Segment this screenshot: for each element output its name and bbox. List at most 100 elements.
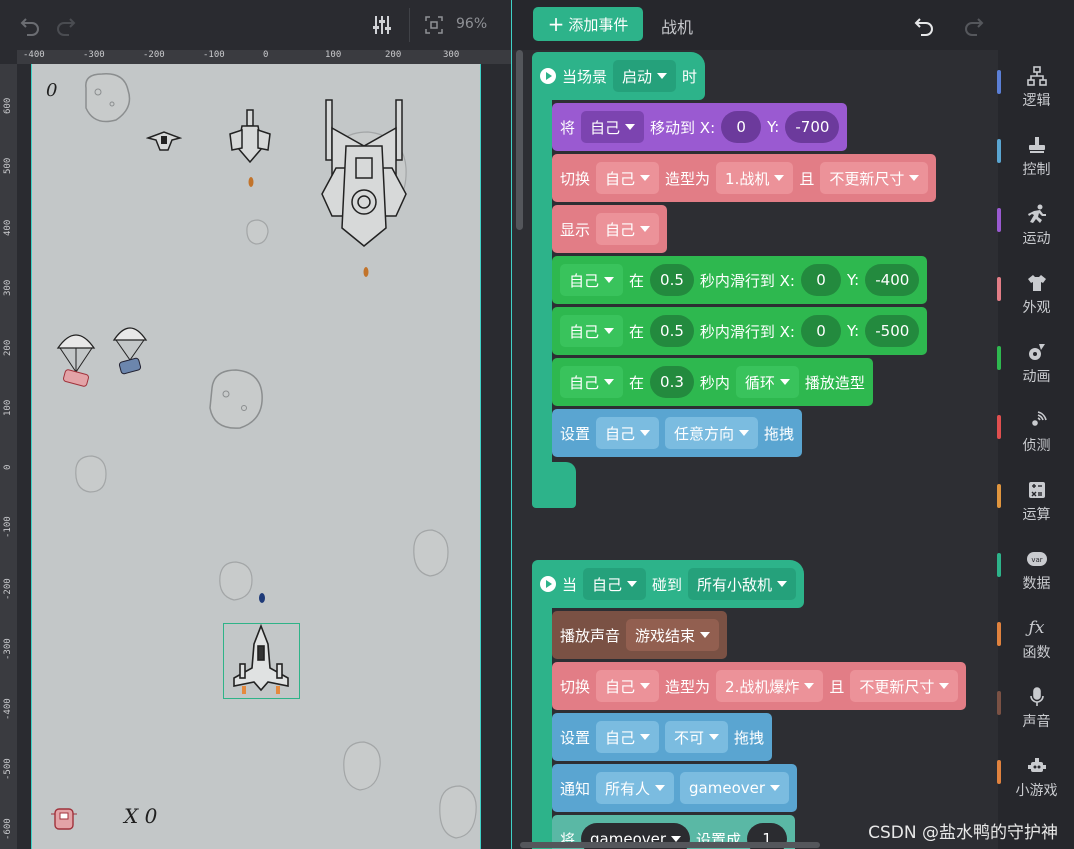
asteroid-sprite[interactable] (70, 452, 110, 496)
asteroid-sprite[interactable] (408, 526, 454, 580)
category-color-mark (997, 208, 1001, 232)
category-motion[interactable]: 运动 (997, 190, 1074, 259)
show-block[interactable]: 显示 自己 (552, 205, 668, 253)
category-looks[interactable]: 外观 (997, 259, 1074, 328)
scene-dropdown-label: 启动 (622, 67, 653, 86)
glide-to-block[interactable]: 自己 在 0.5 秒内滑行到 X: 0 Y: -500 (552, 307, 928, 355)
add-event-button[interactable]: + 添加事件 (533, 7, 643, 41)
category-animation[interactable]: 动画 (997, 328, 1074, 397)
fit-screen-icon[interactable] (422, 13, 446, 37)
code-redo-icon[interactable] (962, 13, 986, 37)
y-input[interactable]: -400 (865, 264, 920, 296)
undo-icon[interactable] (18, 13, 42, 37)
target-dropdown[interactable]: 自己 (560, 315, 624, 347)
when-touch-block[interactable]: 当 自己 碰到 所有小敌机 (532, 560, 805, 608)
play-sound-block[interactable]: 播放声音 游戏结束 (552, 611, 728, 659)
logic-icon (1026, 64, 1047, 88)
category-minigame[interactable]: 小游戏 (997, 742, 1074, 811)
asteroid-sprite[interactable] (434, 782, 480, 842)
costume-dropdown[interactable]: 1.战机 (716, 162, 794, 194)
target-dropdown[interactable]: 自己 (596, 417, 660, 449)
when-scene-start-block[interactable]: 当场景 启动 时 (532, 52, 706, 100)
receiver-dropdown[interactable]: 所有人 (596, 772, 675, 804)
collide-target-dropdown[interactable]: 所有小敌机 (688, 568, 797, 600)
resize-dropdown[interactable]: 不更新尺寸 (820, 162, 929, 194)
target-dropdown[interactable]: 自己 (596, 213, 660, 245)
seconds-input[interactable]: 0.3 (650, 366, 694, 398)
y-input[interactable]: -500 (865, 315, 920, 347)
glide-to-block[interactable]: 自己 在 0.5 秒内滑行到 X: 0 Y: -400 (552, 256, 928, 304)
category-logic[interactable]: 逻辑 (997, 52, 1074, 121)
loop-mode-dropdown[interactable]: 循环 (735, 366, 799, 398)
block-label: 秒内滑行到 X: (699, 322, 795, 341)
message-dropdown[interactable]: gameover (680, 772, 790, 804)
parachute-bomb-supply-sprite[interactable] (56, 328, 96, 392)
code-workspace[interactable]: 当场景 启动 时 将 自己 移动到 X: 0 Y: -700 切换 自己 造型为… (512, 50, 998, 849)
target-dropdown-label: 自己 (569, 322, 600, 341)
asteroid-sprite[interactable] (214, 558, 258, 604)
costume-dropdown[interactable]: 2.战机爆炸 (716, 670, 824, 702)
move-to-block[interactable]: 将 自己 移动到 X: 0 Y: -700 (552, 103, 848, 151)
player-ship-sprite[interactable] (232, 624, 290, 698)
scene-dropdown[interactable]: 启动 (613, 60, 677, 92)
looks-icon (1027, 271, 1047, 295)
game-stage[interactable]: 0 X 0 (31, 64, 481, 849)
target-dropdown-label: 自己 (592, 575, 623, 594)
x-input[interactable]: 0 (721, 111, 762, 143)
category-sound[interactable]: 声音 (997, 673, 1074, 742)
drag-mode-dropdown[interactable]: 不可 (665, 721, 729, 753)
x-input[interactable]: 0 (801, 315, 841, 347)
x-input[interactable]: 0 (801, 264, 841, 296)
target-dropdown[interactable]: 自己 (560, 366, 624, 398)
ruler-tick: 0 (263, 50, 269, 60)
adjust-sliders-icon[interactable] (370, 13, 394, 37)
chevron-down-icon (604, 379, 615, 385)
block-label: 切换 (560, 677, 591, 696)
drag-mode-dropdown[interactable]: 任意方向 (665, 417, 759, 449)
enemy-plane-sprite[interactable] (146, 128, 182, 154)
target-dropdown[interactable]: 自己 (596, 670, 660, 702)
target-dropdown[interactable]: 自己 (581, 111, 645, 143)
asteroid-sprite[interactable] (204, 364, 268, 434)
seconds-input[interactable]: 0.5 (650, 264, 694, 296)
set-draggable-block[interactable]: 设置 自己 任意方向 拖拽 (552, 409, 803, 457)
asteroid-sprite[interactable] (242, 216, 272, 248)
category-data[interactable]: var 数据 (997, 535, 1074, 604)
category-functions[interactable]: ƒx 函数 (997, 604, 1074, 673)
y-input[interactable]: -700 (785, 111, 840, 143)
block-label: 秒内 (699, 373, 730, 392)
parachute-weapon-supply-sprite[interactable] (112, 322, 148, 378)
code-undo-icon[interactable] (912, 13, 936, 37)
sound-dropdown[interactable]: 游戏结束 (626, 619, 720, 651)
vertical-scrollbar[interactable] (516, 50, 523, 230)
target-dropdown[interactable]: 自己 (583, 568, 647, 600)
collide-target-dropdown-label: 所有小敌机 (697, 575, 773, 594)
set-draggable-block[interactable]: 设置 自己 不可 拖拽 (552, 713, 773, 761)
target-dropdown[interactable]: 自己 (596, 721, 660, 753)
category-operators[interactable]: 运算 (997, 466, 1074, 535)
resize-dropdown[interactable]: 不更新尺寸 (850, 670, 959, 702)
category-color-mark (997, 415, 1001, 439)
chevron-down-icon (655, 785, 666, 791)
boss-ship-sprite[interactable] (316, 98, 412, 248)
category-control[interactable]: 控制 (997, 121, 1074, 190)
block-label: 播放造型 (804, 373, 865, 392)
target-dropdown[interactable]: 自己 (560, 264, 624, 296)
asteroid-sprite[interactable] (76, 68, 136, 128)
category-sensing[interactable]: 侦测 (997, 397, 1074, 466)
play-animation-block[interactable]: 自己 在 0.3 秒内 循环 播放造型 (552, 358, 873, 406)
horizontal-scrollbar[interactable] (520, 842, 820, 848)
enemy-fighter-sprite[interactable] (228, 108, 272, 164)
enemy-bullet-sprite (363, 267, 369, 277)
broadcast-block[interactable]: 通知 所有人 gameover (552, 764, 798, 812)
target-dropdown[interactable]: 自己 (596, 162, 660, 194)
app-root: 96% -400 -300 -200 -100 0 100 200 300 60… (0, 0, 1074, 849)
ruler-tick: 100 (325, 50, 342, 60)
redo-icon[interactable] (54, 13, 78, 37)
data-icon: var (1026, 547, 1048, 571)
switch-costume-block[interactable]: 切换 自己 造型为 2.战机爆炸 且 不更新尺寸 (552, 662, 967, 710)
function-icon: ƒx (1028, 617, 1045, 638)
asteroid-sprite[interactable] (338, 738, 386, 794)
switch-costume-block[interactable]: 切换 自己 造型为 1.战机 且 不更新尺寸 (552, 154, 937, 202)
seconds-input[interactable]: 0.5 (650, 315, 694, 347)
